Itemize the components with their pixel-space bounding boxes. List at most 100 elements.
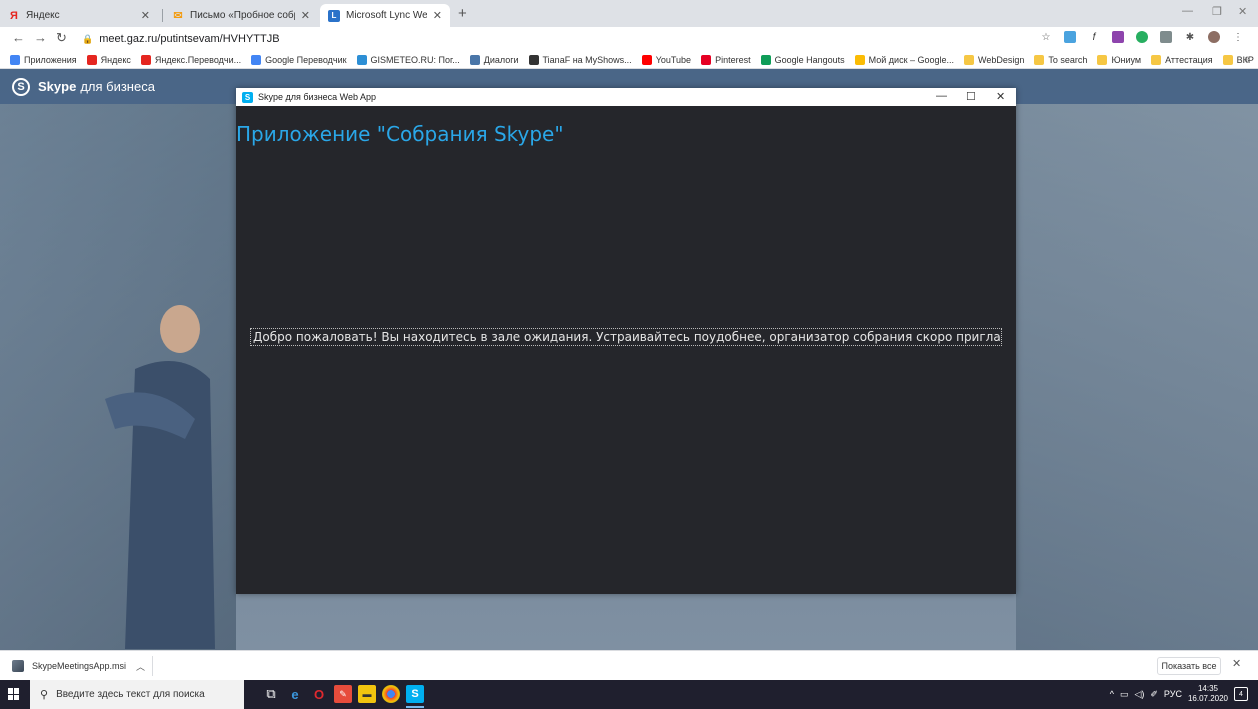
bookmark-icon [251, 54, 262, 65]
search-icon: ⚲ [40, 689, 49, 701]
menu-icon[interactable]: ⋮ [1232, 31, 1244, 43]
bookmark-label: GISMETEO.RU: Пог... [370, 54, 460, 65]
bookmark-item[interactable]: TianaF на MyShows... [528, 54, 632, 65]
windows-start-icon[interactable] [8, 688, 20, 700]
bookmark-label: To search [1048, 54, 1088, 65]
background-photo [1016, 104, 1258, 650]
installer-file-icon [12, 660, 24, 672]
maximize-icon[interactable]: ☐ [966, 90, 976, 103]
app-window-title: Skype для бизнеса Web App [258, 92, 377, 102]
new-tab-button[interactable]: + [458, 5, 467, 22]
tab-title: Яндекс [26, 10, 60, 21]
bookmark-item[interactable]: Мой диск – Google... [854, 54, 954, 65]
puzzle-icon[interactable]: ✱ [1184, 31, 1196, 43]
bookmark-icon [1151, 54, 1162, 65]
bookmark-label: TianaF на MyShows... [542, 54, 632, 65]
browser-toolbar: ← → ↻ 🔒 meet.gaz.ru/putintsevam/HVHYTTJB… [0, 27, 1258, 51]
bookmark-item[interactable]: Диалоги [469, 54, 519, 65]
extension-icon[interactable] [1112, 31, 1124, 43]
bookmark-item[interactable]: Приложения [10, 54, 77, 65]
language-indicator[interactable]: РУС [1164, 689, 1182, 699]
tab-lync[interactable]: L Microsoft Lync Web App ✕ [320, 4, 450, 27]
extension-icon[interactable] [1064, 31, 1076, 43]
bookmark-label: Аттестация [1165, 54, 1213, 65]
bookmark-item[interactable]: Юниум [1097, 54, 1141, 65]
windows-taskbar: ⚲ Введите здесь текст для поиска ⧉ e O ✎… [0, 680, 1258, 709]
yandex-icon: Я [10, 9, 18, 22]
chevron-up-icon[interactable]: ︿ [136, 660, 145, 673]
browser-tab-strip: Я Яндекс ✕ ✉ Письмо «Пробное собрание» —… [0, 0, 1258, 27]
network-icon[interactable]: ▭ [1120, 689, 1129, 700]
tab-mail[interactable]: ✉ Письмо «Пробное собрание» — ✕ [164, 4, 318, 27]
tab-title: Microsoft Lync Web App [346, 10, 427, 21]
bookmark-item[interactable]: To search [1034, 54, 1088, 65]
lock-icon: 🔒 [82, 33, 94, 44]
download-bar: SkypeMeetingsApp.msi ︿ Показать все ✕ [0, 650, 1258, 680]
minimize-icon[interactable]: — [1182, 5, 1193, 17]
close-icon[interactable]: ✕ [301, 9, 310, 22]
bookmark-icon [701, 54, 712, 65]
star-icon[interactable]: ☆ [1040, 31, 1052, 43]
minimize-icon[interactable]: — [936, 90, 947, 102]
download-item[interactable]: SkypeMeetingsApp.msi ︿ [12, 657, 145, 675]
back-icon[interactable]: ← [12, 30, 25, 45]
bookmark-icon [760, 54, 771, 65]
bookmark-item[interactable]: Google Переводчик [251, 54, 347, 65]
edge-icon[interactable]: e [286, 685, 304, 703]
close-icon[interactable]: ✕ [433, 9, 442, 22]
restore-icon[interactable]: ❐ [1212, 5, 1222, 18]
bookmark-item[interactable]: Аттестация [1151, 54, 1213, 65]
opera-icon[interactable]: O [310, 685, 328, 703]
skype-logo-icon: S [12, 77, 30, 96]
divider [152, 656, 153, 676]
avatar[interactable] [1208, 31, 1220, 43]
bookmark-icon [356, 54, 367, 65]
bookmark-item[interactable]: WebDesign [964, 54, 1024, 65]
task-view-icon[interactable]: ⧉ [262, 685, 280, 703]
show-all-button[interactable]: Показать все [1157, 657, 1221, 675]
notification-icon[interactable]: 4 [1234, 687, 1248, 701]
app-heading: Приложение "Собрания Skype" [236, 122, 564, 146]
bookmark-item[interactable]: Google Hangouts [760, 54, 845, 65]
bookmark-item[interactable]: Яндекс [86, 54, 131, 65]
brand-rest: для бизнеса [80, 79, 155, 94]
bookmark-label: Диалоги [483, 54, 519, 65]
taskbar-search-input[interactable]: ⚲ Введите здесь текст для поиска [30, 680, 244, 709]
bookmark-item[interactable]: Яндекс.Переводчи... [140, 54, 242, 65]
bookmark-label: Google Hangouts [774, 54, 845, 65]
pen-icon[interactable]: ✐ [1150, 689, 1158, 700]
close-icon[interactable]: ✕ [996, 90, 1005, 103]
close-icon[interactable]: ✕ [1232, 657, 1241, 670]
skype-icon: S [242, 91, 253, 103]
tab-separator [162, 9, 163, 22]
chrome-icon[interactable] [382, 685, 400, 703]
download-file-name: SkypeMeetingsApp.msi [32, 661, 127, 671]
extension-icon[interactable] [1160, 31, 1172, 43]
extension-icon[interactable] [1136, 31, 1148, 43]
brand-bold: Skype [38, 79, 77, 94]
skype-icon[interactable]: S [406, 685, 424, 708]
waiting-room-message: Добро пожаловать! Вы находитесь в зале о… [250, 328, 1002, 346]
forward-icon[interactable]: → [34, 30, 47, 45]
tab-yandex[interactable]: Я Яндекс ✕ [0, 4, 158, 27]
volume-icon[interactable]: ◁) [1134, 689, 1144, 700]
clock-time: 14:35 [1197, 684, 1218, 693]
bookmark-icon [86, 54, 97, 65]
clock[interactable]: 14:35 16.07.2020 [1188, 684, 1228, 704]
close-icon[interactable]: ✕ [141, 9, 150, 22]
app-window-titlebar[interactable]: S Skype для бизнеса Web App — ☐ ✕ [236, 88, 1016, 106]
bookmark-label: Яндекс.Переводчи... [154, 54, 242, 65]
chevron-up-icon[interactable]: ^ [1110, 689, 1114, 699]
bookmarks-overflow-button[interactable]: » [1244, 54, 1250, 65]
bookmark-icon [1222, 54, 1233, 65]
bookmark-item[interactable]: GISMETEO.RU: Пог... [356, 54, 460, 65]
reload-icon[interactable]: ↻ [56, 30, 67, 46]
app-icon[interactable]: ✎ [334, 685, 352, 703]
bookmark-item[interactable]: YouTube [641, 54, 691, 65]
font-extension-icon[interactable]: f [1088, 31, 1100, 43]
bookmark-item[interactable]: Pinterest [701, 54, 751, 65]
bookmark-label: Яндекс [100, 54, 131, 65]
bookmarks-bar: Приложения Яндекс Яндекс.Переводчи... Googl… [0, 51, 1258, 69]
close-window-icon[interactable]: ✕ [1238, 5, 1247, 18]
file-explorer-icon[interactable]: ▬ [358, 685, 376, 703]
